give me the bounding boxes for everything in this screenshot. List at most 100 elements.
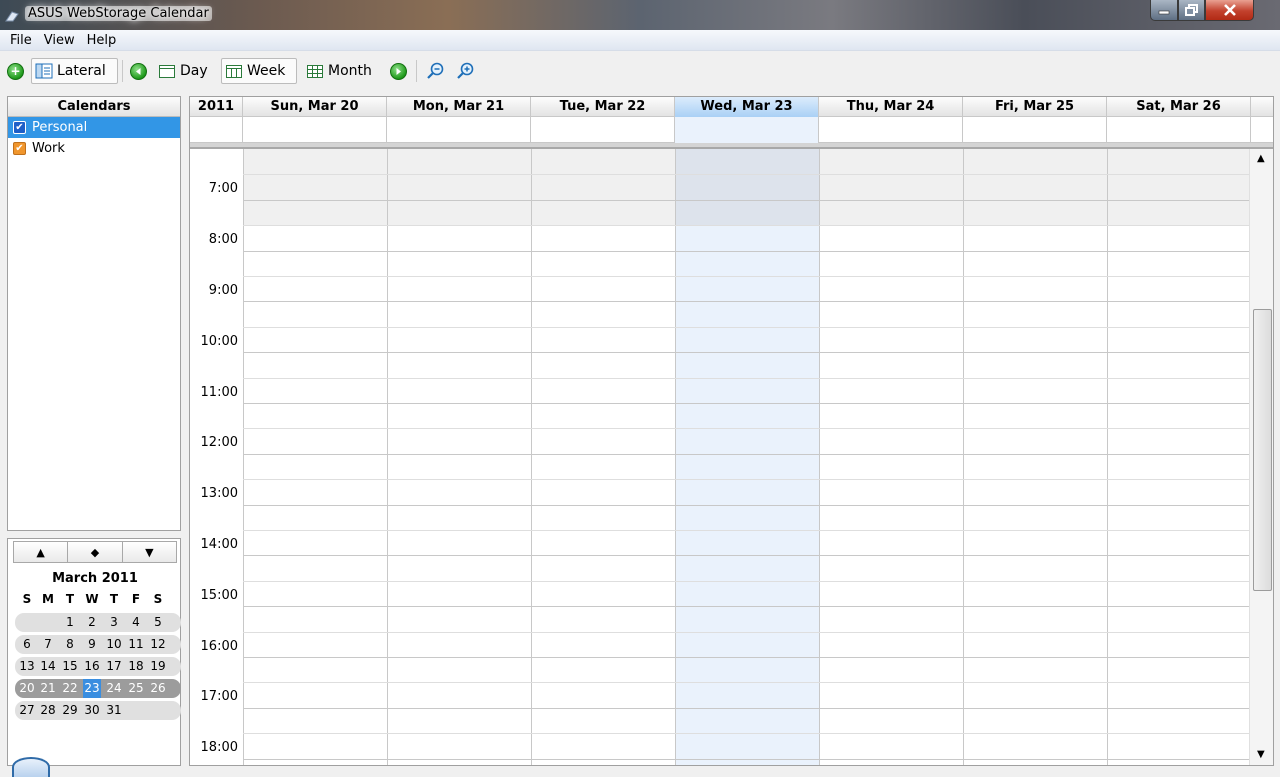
hour-gridline bbox=[243, 301, 1249, 302]
day-header[interactable]: Mon, Mar 21 bbox=[387, 97, 531, 117]
mini-calendar-day[interactable]: 16 bbox=[83, 657, 101, 676]
all-day-cell[interactable] bbox=[819, 117, 963, 143]
mini-calendar-day[interactable]: 21 bbox=[39, 679, 57, 698]
start-orb-icon[interactable] bbox=[12, 757, 50, 777]
mini-calendar-day[interactable]: 3 bbox=[105, 613, 123, 632]
hour-label: 18:00 bbox=[200, 740, 238, 755]
mini-calendar-day[interactable]: 24 bbox=[105, 679, 123, 698]
next-button[interactable] bbox=[390, 58, 407, 84]
mini-calendar-day[interactable]: 17 bbox=[105, 657, 123, 676]
day-header[interactable]: Wed, Mar 23 bbox=[675, 97, 819, 117]
restore-button[interactable] bbox=[1178, 0, 1205, 21]
mini-calendar-day[interactable]: 4 bbox=[127, 613, 145, 632]
hour-gridline bbox=[243, 403, 1249, 404]
day-column[interactable] bbox=[819, 149, 963, 765]
calendars-header: Calendars bbox=[8, 97, 180, 117]
mini-calendar-day[interactable]: 25 bbox=[127, 679, 145, 698]
day-header[interactable]: Sat, Mar 26 bbox=[1107, 97, 1251, 117]
mini-calendar-day[interactable]: 26 bbox=[149, 679, 167, 698]
hour-gridline bbox=[243, 505, 1249, 506]
today-button[interactable]: ◆ bbox=[68, 542, 123, 562]
new-event-button[interactable]: + bbox=[7, 58, 24, 84]
scroll-down-arrow-icon[interactable]: ▼ bbox=[1257, 749, 1265, 760]
mini-calendar-day[interactable]: 12 bbox=[149, 635, 167, 654]
day-header[interactable]: Tue, Mar 22 bbox=[531, 97, 675, 117]
close-button[interactable] bbox=[1205, 0, 1254, 21]
mini-calendar-day[interactable]: 30 bbox=[83, 701, 101, 720]
day-column[interactable] bbox=[675, 149, 819, 765]
mini-calendar-day[interactable]: 7 bbox=[39, 635, 57, 654]
hour-label: 11:00 bbox=[200, 385, 238, 400]
day-header[interactable]: Thu, Mar 24 bbox=[819, 97, 963, 117]
mini-calendar-day[interactable]: 5 bbox=[149, 613, 167, 632]
next-month-button[interactable]: ▼ bbox=[123, 542, 176, 562]
hour-gridline bbox=[243, 327, 1249, 328]
checkbox-checked-icon[interactable]: ✔ bbox=[13, 121, 26, 134]
all-day-label-cell bbox=[190, 117, 243, 143]
all-day-cell[interactable] bbox=[243, 117, 387, 143]
mini-calendar-day[interactable]: 13 bbox=[18, 657, 36, 676]
mini-calendar-day[interactable]: 6 bbox=[18, 635, 36, 654]
menu-help[interactable]: Help bbox=[81, 33, 123, 48]
hour-label: 15:00 bbox=[200, 588, 238, 603]
day-column[interactable] bbox=[1107, 149, 1251, 765]
mini-calendar-day[interactable]: 23 bbox=[83, 679, 101, 698]
day-header[interactable]: Fri, Mar 25 bbox=[963, 97, 1107, 117]
mini-calendar-day[interactable]: 11 bbox=[127, 635, 145, 654]
mini-calendar-day[interactable]: 19 bbox=[149, 657, 167, 676]
mini-calendar-day[interactable]: 8 bbox=[61, 635, 79, 654]
toolbar: + Lateral Day Week Month bbox=[0, 52, 1280, 90]
calendar-item-personal[interactable]: ✔ Personal bbox=[8, 117, 180, 138]
calendar-label: Work bbox=[32, 141, 65, 156]
day-column[interactable] bbox=[243, 149, 387, 765]
week-view-icon bbox=[226, 65, 242, 78]
day-view-icon bbox=[159, 65, 175, 78]
hour-gridline bbox=[243, 352, 1249, 353]
hour-gridline bbox=[243, 632, 1249, 633]
all-day-cell[interactable] bbox=[387, 117, 531, 143]
day-column[interactable] bbox=[387, 149, 531, 765]
mini-calendar-day[interactable]: 28 bbox=[39, 701, 57, 720]
hour-gridline bbox=[243, 708, 1249, 709]
mini-calendar-day[interactable]: 27 bbox=[18, 701, 36, 720]
mini-calendar-day[interactable]: 1 bbox=[61, 613, 79, 632]
mini-calendar-day[interactable]: 15 bbox=[61, 657, 79, 676]
mini-calendar-day[interactable]: 14 bbox=[39, 657, 57, 676]
mini-calendar-day[interactable]: 20 bbox=[18, 679, 36, 698]
add-icon: + bbox=[7, 62, 24, 80]
off-hours-shading bbox=[964, 149, 1107, 226]
mini-calendar-day[interactable]: 29 bbox=[61, 701, 79, 720]
zoom-in-button[interactable] bbox=[455, 58, 475, 84]
mini-calendar-day[interactable]: 18 bbox=[127, 657, 145, 676]
week-view-button[interactable]: Week bbox=[221, 58, 297, 84]
mini-calendar-day[interactable]: 10 bbox=[105, 635, 123, 654]
vertical-scrollbar[interactable]: ▲ ▼ bbox=[1249, 149, 1273, 765]
off-hours-shading bbox=[1108, 149, 1251, 226]
scroll-thumb[interactable] bbox=[1253, 309, 1272, 591]
all-day-cell[interactable] bbox=[1107, 117, 1251, 143]
weekday-label: T bbox=[65, 592, 75, 606]
previous-button[interactable] bbox=[130, 58, 147, 84]
day-column[interactable] bbox=[531, 149, 675, 765]
mini-calendar-day[interactable]: 9 bbox=[83, 635, 101, 654]
menu-file[interactable]: File bbox=[4, 33, 38, 48]
mini-calendar-nav: ▲ ◆ ▼ bbox=[13, 541, 177, 563]
zoom-out-button[interactable] bbox=[425, 58, 445, 84]
scroll-up-arrow-icon[interactable]: ▲ bbox=[1257, 153, 1265, 164]
previous-month-button[interactable]: ▲ bbox=[14, 542, 69, 562]
menu-view[interactable]: View bbox=[38, 33, 81, 48]
mini-calendar-day[interactable]: 31 bbox=[105, 701, 123, 720]
mini-calendar-day[interactable]: 22 bbox=[61, 679, 79, 698]
mini-calendar-day[interactable]: 2 bbox=[83, 613, 101, 632]
all-day-cell[interactable] bbox=[531, 117, 675, 143]
day-column[interactable] bbox=[963, 149, 1107, 765]
all-day-cell[interactable] bbox=[963, 117, 1107, 143]
lateral-view-button[interactable]: Lateral bbox=[31, 58, 118, 84]
day-header[interactable]: Sun, Mar 20 bbox=[243, 97, 387, 117]
day-view-button[interactable]: Day bbox=[158, 58, 208, 84]
month-view-button[interactable]: Month bbox=[306, 58, 372, 84]
checkbox-checked-icon[interactable]: ✔ bbox=[13, 142, 26, 155]
minimize-button[interactable] bbox=[1150, 0, 1178, 21]
all-day-cell[interactable] bbox=[675, 117, 819, 143]
calendar-item-work[interactable]: ✔ Work bbox=[8, 138, 180, 159]
